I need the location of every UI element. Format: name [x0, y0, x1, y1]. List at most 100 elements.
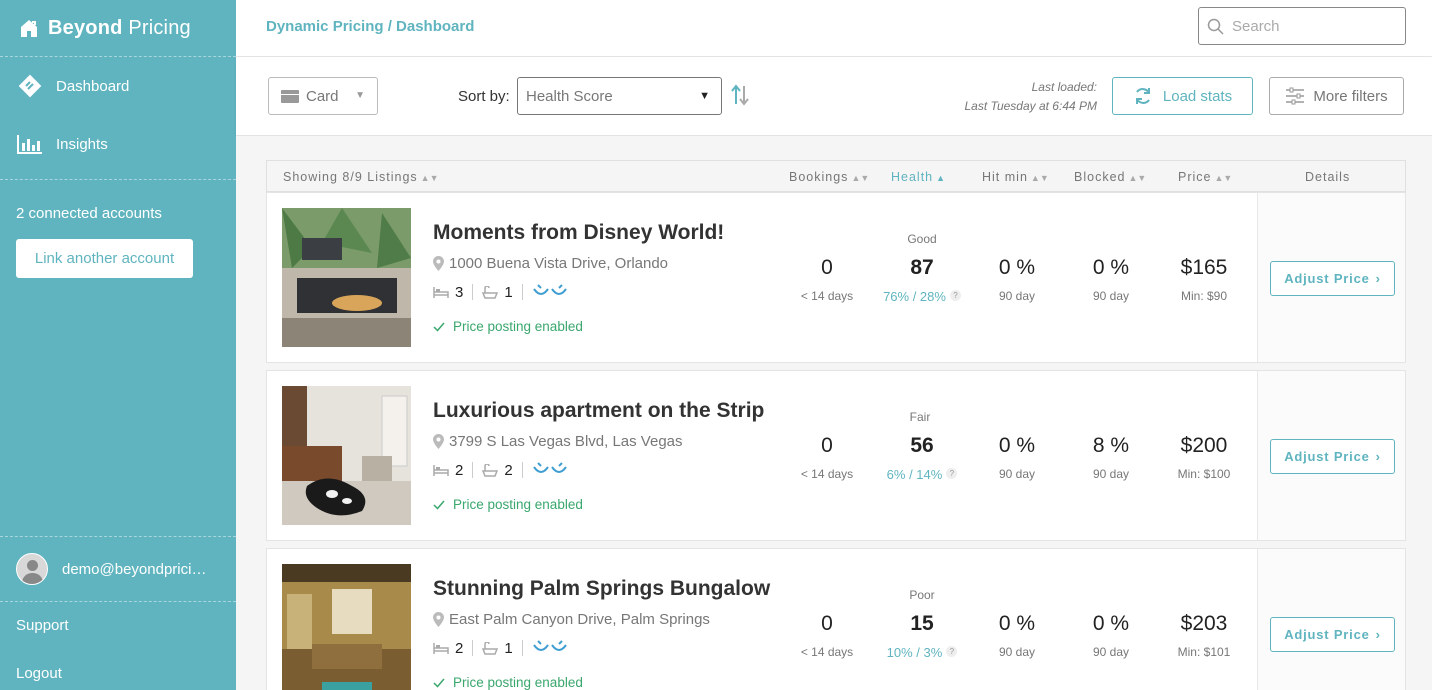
support-link[interactable]: Support	[16, 617, 69, 634]
adjust-price-button[interactable]: Adjust Price ›	[1270, 617, 1395, 652]
avatar	[16, 553, 48, 585]
user-email: demo@beyondpricing.com	[62, 560, 214, 578]
sort-icon: ▲▼	[420, 173, 439, 183]
sidebar-item-insights[interactable]: Insights	[0, 115, 236, 173]
map-pin-icon	[433, 256, 444, 271]
search-icon	[1207, 18, 1224, 35]
airbnb-smile-icon	[532, 462, 567, 473]
chevron-right-icon: ›	[1375, 449, 1381, 464]
listing-photo[interactable]	[282, 208, 411, 347]
logout-link[interactable]: Logout	[16, 665, 62, 682]
health-breakdown: 10% / 3%	[886, 645, 943, 660]
blocked-metric: 0 % 90 day	[1092, 612, 1130, 659]
card-view-icon	[281, 89, 299, 103]
sort-direction-icon[interactable]	[730, 84, 750, 106]
sort-icon: ▲▼	[851, 173, 870, 183]
help-icon[interactable]: ?	[946, 646, 958, 657]
details-cell: Adjust Price ›	[1257, 549, 1405, 690]
help-icon[interactable]: ?	[946, 468, 958, 479]
sort-label: Sort by:	[458, 88, 510, 105]
header-hit-min[interactable]: Hit min ▲▼	[982, 170, 1049, 184]
bed-icon	[433, 286, 449, 298]
load-stats-label: Load stats	[1162, 87, 1233, 105]
sort-icon: ▲▼	[1128, 173, 1147, 183]
map-pin-icon	[433, 612, 444, 627]
sort-icon: ▲▼	[1214, 173, 1233, 183]
listing-title[interactable]: Moments from Disney World!	[433, 221, 724, 245]
caret-down-icon: ▼	[355, 90, 365, 101]
header-bookings[interactable]: Bookings ▲▼	[789, 170, 869, 184]
user-menu[interactable]: demo@beyondpricing.com	[0, 536, 236, 602]
header-showing[interactable]: Showing 8/9 Listings ▲▼	[283, 170, 438, 184]
brand-name: Beyond Pricing	[48, 16, 191, 39]
health-metric: 15 10% / 3%?	[872, 612, 972, 660]
price-posting-status: Price posting enabled	[433, 675, 583, 690]
connected-accounts-text: 2 connected accounts	[16, 205, 162, 222]
bookings-metric: 0 < 14 days	[800, 434, 854, 481]
health-breakdown: 76% / 28%	[883, 289, 946, 304]
listing-amenities: 2 1	[433, 639, 574, 657]
listing-title[interactable]: Stunning Palm Springs Bungalow	[433, 577, 770, 601]
last-loaded-label: Last loaded:	[1031, 80, 1097, 94]
bath-icon	[482, 463, 499, 477]
price-metric: $203 Min: $101	[1177, 612, 1231, 659]
sliders-icon	[1286, 87, 1305, 105]
check-icon	[433, 500, 445, 510]
sidebar-item-label: Dashboard	[56, 77, 130, 95]
load-stats-button[interactable]: Load stats	[1112, 77, 1253, 115]
sidebar-item-label: Insights	[56, 135, 108, 153]
bookings-metric: 0 < 14 days	[800, 256, 854, 303]
help-icon[interactable]: ?	[949, 290, 961, 301]
map-pin-icon	[433, 434, 444, 449]
price-metric: $165 Min: $90	[1180, 256, 1228, 303]
health-label: Good	[907, 232, 937, 246]
adjust-price-button[interactable]: Adjust Price ›	[1270, 439, 1395, 474]
tag-icon	[16, 74, 44, 98]
header-price[interactable]: Price ▲▼	[1178, 170, 1232, 184]
listing-photo[interactable]	[282, 564, 411, 690]
sort-select[interactable]: Health Score ▼	[517, 77, 722, 115]
sort-value: Health Score	[526, 87, 613, 105]
airbnb-smile-icon	[532, 640, 567, 651]
listing-address: East Palm Canyon Drive, Palm Springs	[433, 611, 710, 628]
bath-icon	[482, 285, 499, 299]
sort-icon: ▲	[936, 173, 946, 183]
breadcrumb[interactable]: Dynamic Pricing / Dashboard	[266, 18, 474, 35]
bed-icon	[433, 642, 449, 654]
header-health[interactable]: Health ▲	[891, 170, 945, 184]
header-details: Details	[1305, 170, 1351, 184]
sidebar-item-dashboard[interactable]: Dashboard	[0, 57, 236, 115]
listing-card: Moments from Disney World! 1000 Buena Vi…	[266, 192, 1406, 363]
house-logo-icon	[21, 20, 37, 37]
listing-card: Stunning Palm Springs Bungalow East Palm…	[266, 548, 1406, 690]
search-input[interactable]	[1232, 17, 1392, 35]
blocked-metric: 8 % 90 day	[1092, 434, 1130, 481]
blocked-metric: 0 % 90 day	[1092, 256, 1130, 303]
header: Dynamic Pricing / Dashboard	[236, 0, 1432, 57]
health-metric: 56 6% / 14%?	[872, 434, 972, 482]
hit-min-metric: 0 % 90 day	[998, 434, 1036, 481]
sort-icon: ▲▼	[1030, 173, 1049, 183]
view-mode-value: Card	[306, 87, 339, 105]
chevron-right-icon: ›	[1375, 627, 1381, 642]
listing-photo[interactable]	[282, 386, 411, 525]
view-mode-select[interactable]: Card ▼	[268, 77, 378, 115]
last-loaded-value: Last Tuesday at 6:44 PM	[964, 99, 1097, 113]
toolbar: Card ▼ Sort by: Health Score ▼ Last load…	[236, 57, 1432, 136]
listing-title[interactable]: Luxurious apartment on the Strip	[433, 399, 764, 423]
airbnb-smile-icon	[532, 284, 567, 295]
adjust-price-button[interactable]: Adjust Price ›	[1270, 261, 1395, 296]
header-blocked[interactable]: Blocked ▲▼	[1074, 170, 1146, 184]
link-account-button[interactable]: Link another account	[16, 239, 193, 278]
hit-min-metric: 0 % 90 day	[998, 256, 1036, 303]
search-box[interactable]	[1198, 7, 1406, 45]
details-cell: Adjust Price ›	[1257, 193, 1405, 362]
listing-address: 3799 S Las Vegas Blvd, Las Vegas	[433, 433, 683, 450]
health-metric: 87 76% / 28%?	[872, 256, 972, 304]
listing-address: 1000 Buena Vista Drive, Orlando	[433, 255, 668, 272]
listings-content: Showing 8/9 Listings ▲▼ Bookings ▲▼ Health…	[236, 136, 1432, 690]
bookings-metric: 0 < 14 days	[800, 612, 854, 659]
more-filters-button[interactable]: More filters	[1269, 77, 1404, 115]
brand[interactable]: Beyond Pricing	[0, 0, 236, 57]
sidebar: Beyond Pricing Dashboard Insights 2 conn…	[0, 0, 236, 690]
